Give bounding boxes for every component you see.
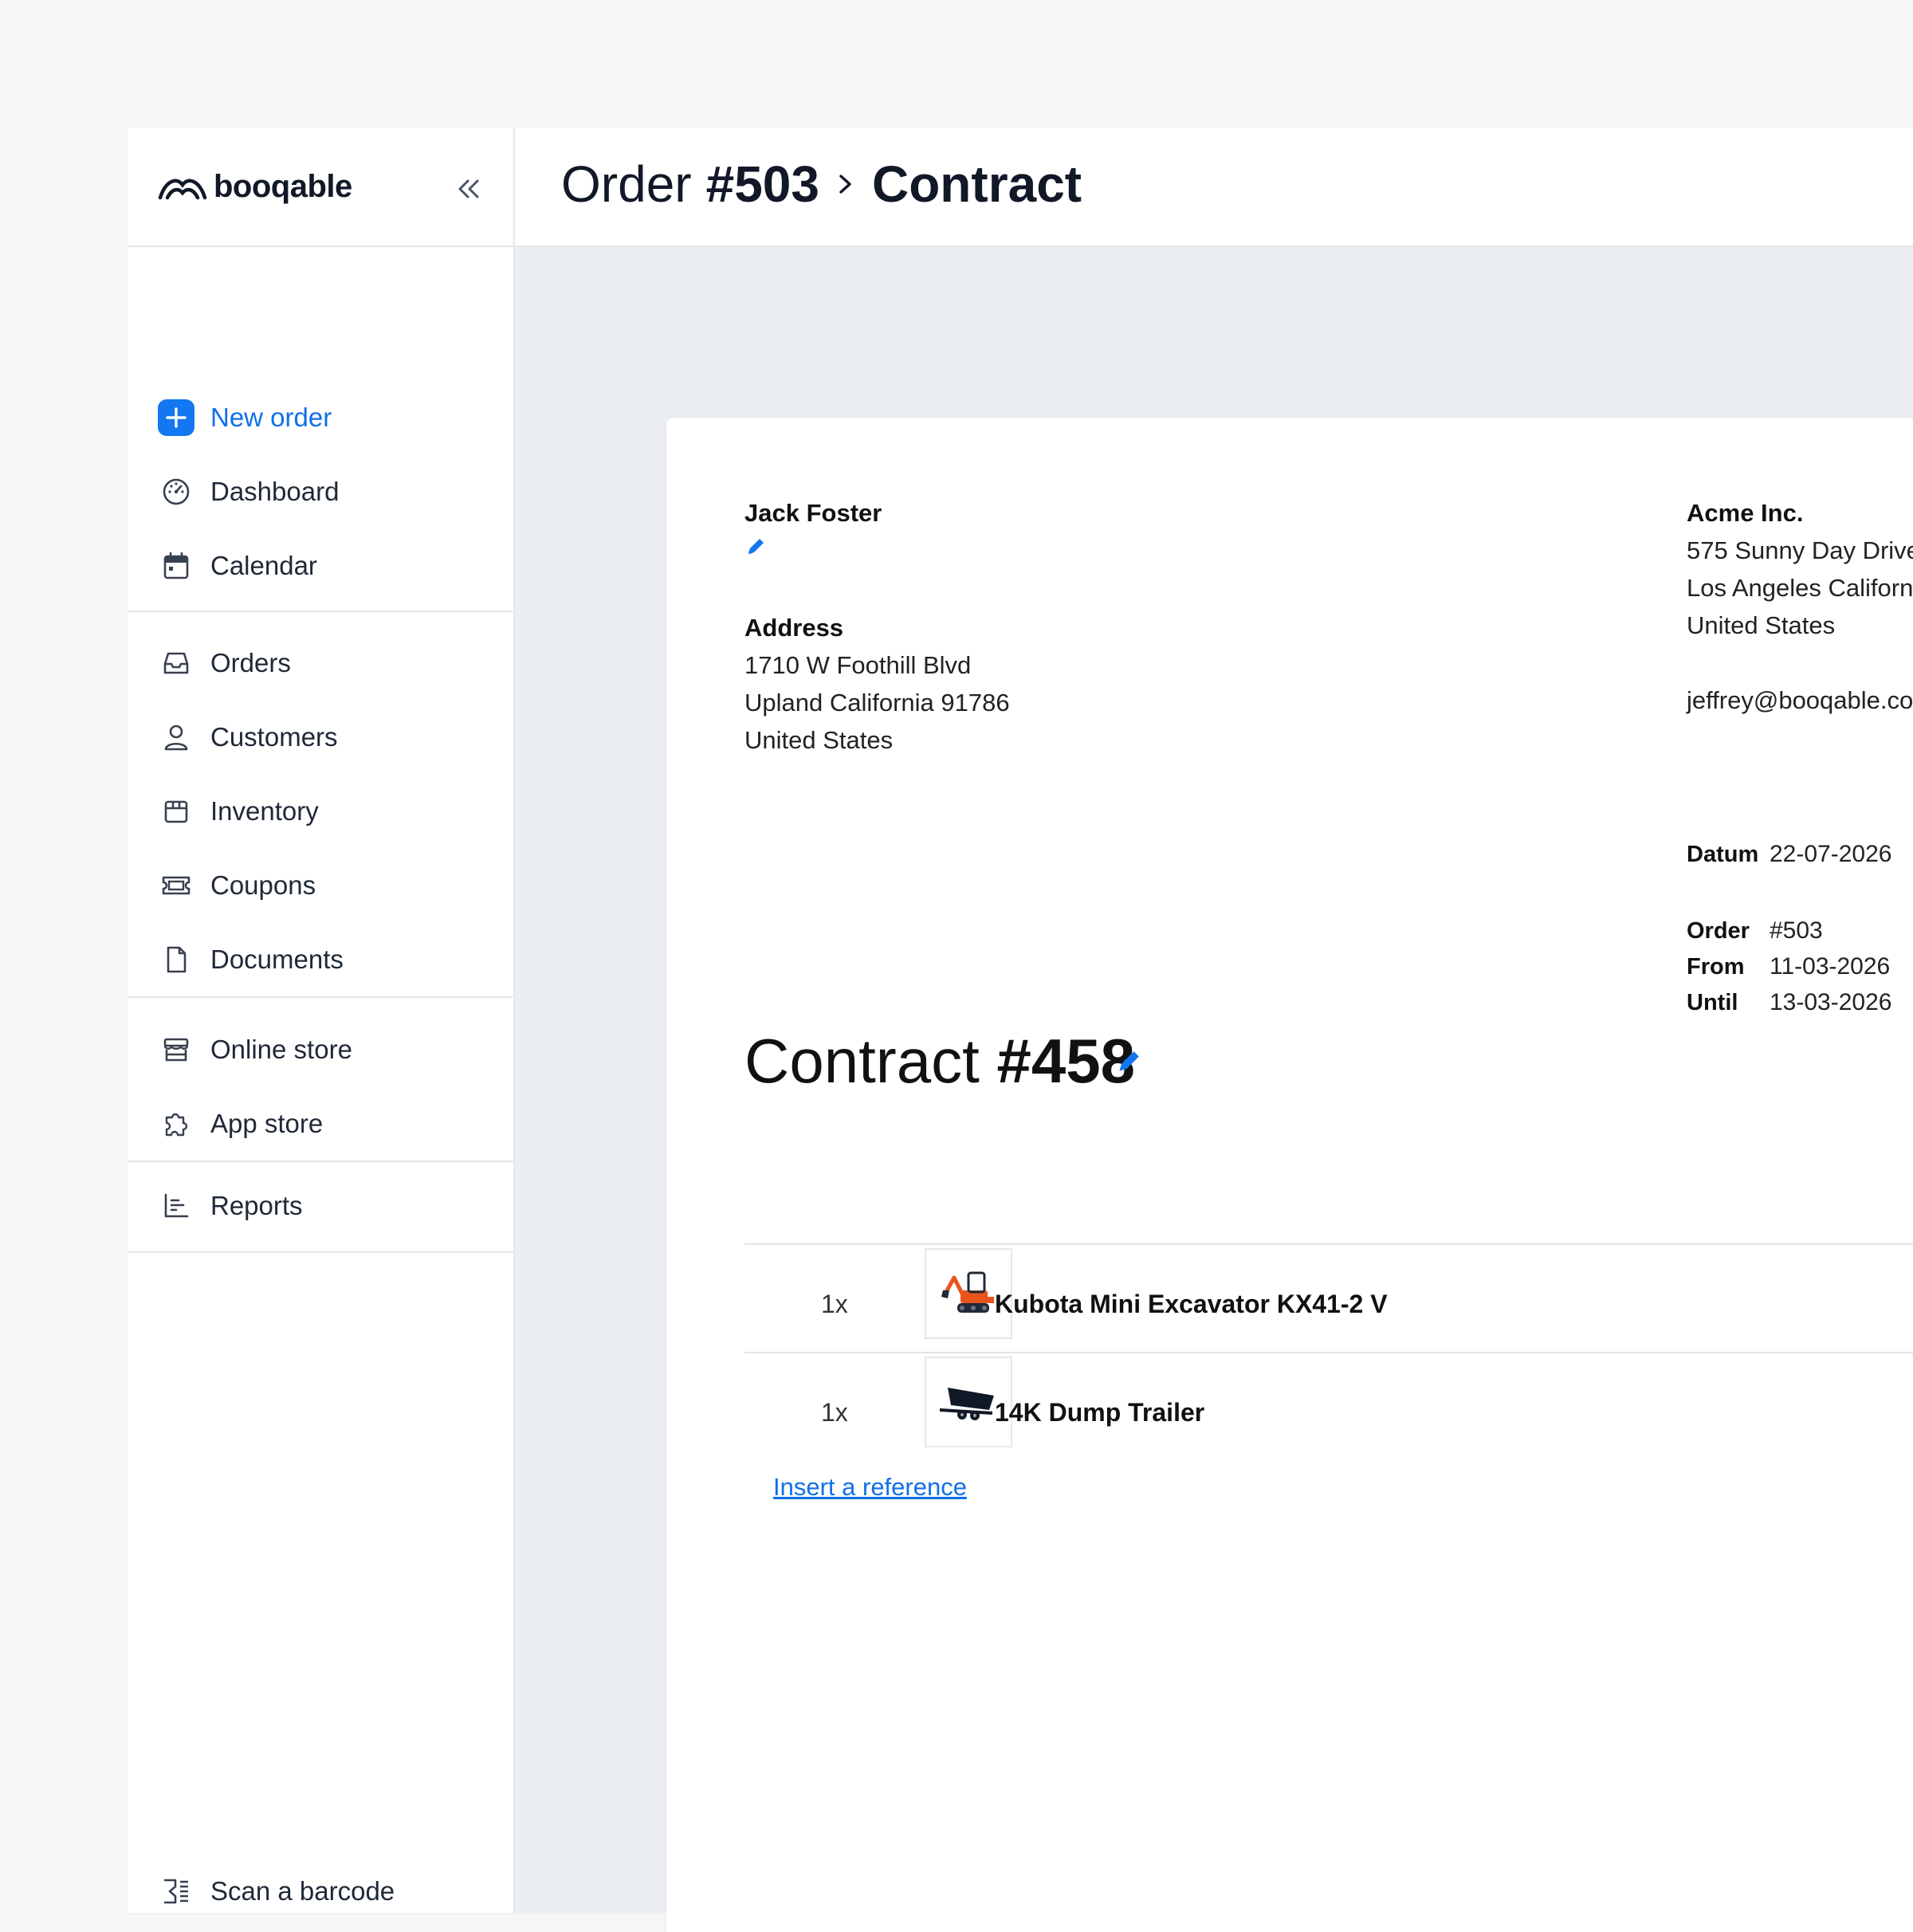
sidebar-item-scan-barcode[interactable]: Scan a barcode <box>158 1867 395 1915</box>
barcode-scan-icon <box>158 1873 194 1910</box>
address-line: Upland California 91786 <box>744 689 1010 717</box>
edit-contract-number-pencil-icon[interactable] <box>1114 1047 1143 1076</box>
contract-title-word: Contract <box>744 1026 980 1096</box>
brand-bar: booqable <box>128 128 513 247</box>
page-title: Contract <box>871 155 1082 213</box>
sidebar-item-orders[interactable]: Orders <box>158 639 291 687</box>
insert-reference-link[interactable]: Insert a reference <box>773 1473 967 1502</box>
sidebar-item-label: Orders <box>210 648 291 677</box>
sidebar-item-label: Scan a barcode <box>210 1876 395 1906</box>
excavator-icon <box>941 1271 994 1313</box>
address-line: 1710 W Foothill Blvd <box>744 651 972 679</box>
plus-icon <box>158 399 194 436</box>
address-label: Address <box>744 614 844 642</box>
collapse-sidebar-button[interactable] <box>450 169 489 209</box>
box-icon <box>158 793 194 830</box>
breadcrumb-order-label[interactable]: Order <box>561 155 692 214</box>
from-value: 11-03-2026 <box>1770 953 1891 980</box>
line-quantity: 1x <box>821 1398 848 1427</box>
page-header: Order #503 Contract <box>515 128 1913 247</box>
datum-value: 22-07-2026 <box>1770 841 1892 867</box>
chevron-right-icon <box>837 170 854 198</box>
sidebar-item-label: App store <box>210 1109 324 1138</box>
dump-trailer-icon <box>939 1388 994 1420</box>
booqable-logo-icon <box>158 179 207 200</box>
double-chevron-left-icon <box>458 179 479 198</box>
sidebar-item-calendar[interactable]: Calendar <box>158 542 317 590</box>
company-address-line: 575 Sunny Day Drive <box>1687 536 1913 564</box>
breadcrumb: Order #503 Contract <box>561 155 1082 214</box>
sidebar-item-label: Reports <box>210 1191 303 1220</box>
storefront-icon <box>158 1031 194 1068</box>
sidebar-item-label: New order <box>210 402 332 432</box>
nav-group-records: Orders Customers Inventory Coupons Docum… <box>128 611 513 998</box>
document-icon <box>158 941 194 978</box>
document-canvas: Jack Foster Address 1710 W Foothill Blvd… <box>515 247 1913 1932</box>
line-product-name: 14K Dump Trailer <box>995 1398 1205 1427</box>
bar-chart-icon <box>158 1188 194 1224</box>
nav-group-reports: Reports <box>128 1160 513 1253</box>
nav-group-stores: Online store App store <box>128 996 513 1162</box>
from-label: From <box>1687 954 1745 980</box>
puzzle-icon <box>158 1105 194 1142</box>
calendar-icon <box>158 548 194 584</box>
nav-group-main: New order Dashboard Calendar <box>128 247 513 612</box>
divider <box>744 1352 1913 1353</box>
sidebar-item-label: Calendar <box>210 551 317 580</box>
datum-label: Datum <box>1687 842 1759 867</box>
sidebar-item-dashboard[interactable]: Dashboard <box>158 468 339 516</box>
breadcrumb-order-number[interactable]: #503 <box>706 155 819 214</box>
inbox-icon <box>158 645 194 681</box>
user-icon <box>158 719 194 756</box>
edit-customer-pencil-icon[interactable] <box>744 536 767 558</box>
sidebar-item-label: Inventory <box>210 796 319 826</box>
ticket-icon <box>158 867 194 904</box>
sidebar-item-reports[interactable]: Reports <box>158 1182 303 1230</box>
company-address-line: United States <box>1687 611 1836 639</box>
line-product-name: Kubota Mini Excavator KX41-2 V <box>995 1290 1388 1318</box>
order-value: #503 <box>1770 917 1823 944</box>
sidebar-item-label: Documents <box>210 944 344 974</box>
divider <box>744 1243 1913 1245</box>
until-label: Until <box>1687 990 1738 1015</box>
order-label: Order <box>1687 918 1750 944</box>
brand-name: booqable <box>214 169 352 204</box>
sidebar-item-label: Coupons <box>210 870 316 900</box>
contract-document: Jack Foster Address 1710 W Foothill Blvd… <box>666 418 1913 1932</box>
edit-date-pencil-icon[interactable] <box>1910 840 1913 862</box>
sidebar-item-online-store[interactable]: Online store <box>158 1026 352 1074</box>
contract-title: Contract #458 <box>744 1025 1135 1098</box>
company-address-line: Los Angeles Californ <box>1687 574 1913 602</box>
sidebar: booqable New order Dashboard Calendar Or… <box>128 128 515 1913</box>
speedometer-icon <box>158 473 194 510</box>
line-quantity: 1x <box>821 1290 848 1318</box>
company-email: jeffrey@booqable.co <box>1687 686 1913 714</box>
sidebar-item-label: Online store <box>210 1035 352 1064</box>
sidebar-item-documents[interactable]: Documents <box>158 936 344 984</box>
app-window: booqable New order Dashboard Calendar Or… <box>128 128 1913 1932</box>
company-name: Acme Inc. <box>1687 499 1804 527</box>
sidebar-item-new-order[interactable]: New order <box>158 394 332 442</box>
address-line: United States <box>744 726 894 754</box>
sidebar-item-label: Customers <box>210 722 338 752</box>
sidebar-item-inventory[interactable]: Inventory <box>158 787 319 835</box>
sidebar-item-app-store[interactable]: App store <box>158 1100 323 1148</box>
sidebar-item-label: Dashboard <box>210 477 340 506</box>
sidebar-item-coupons[interactable]: Coupons <box>158 862 316 909</box>
sidebar-item-customers[interactable]: Customers <box>158 713 338 761</box>
until-value: 13-03-2026 <box>1770 989 1892 1015</box>
customer-name: Jack Foster <box>744 499 882 527</box>
